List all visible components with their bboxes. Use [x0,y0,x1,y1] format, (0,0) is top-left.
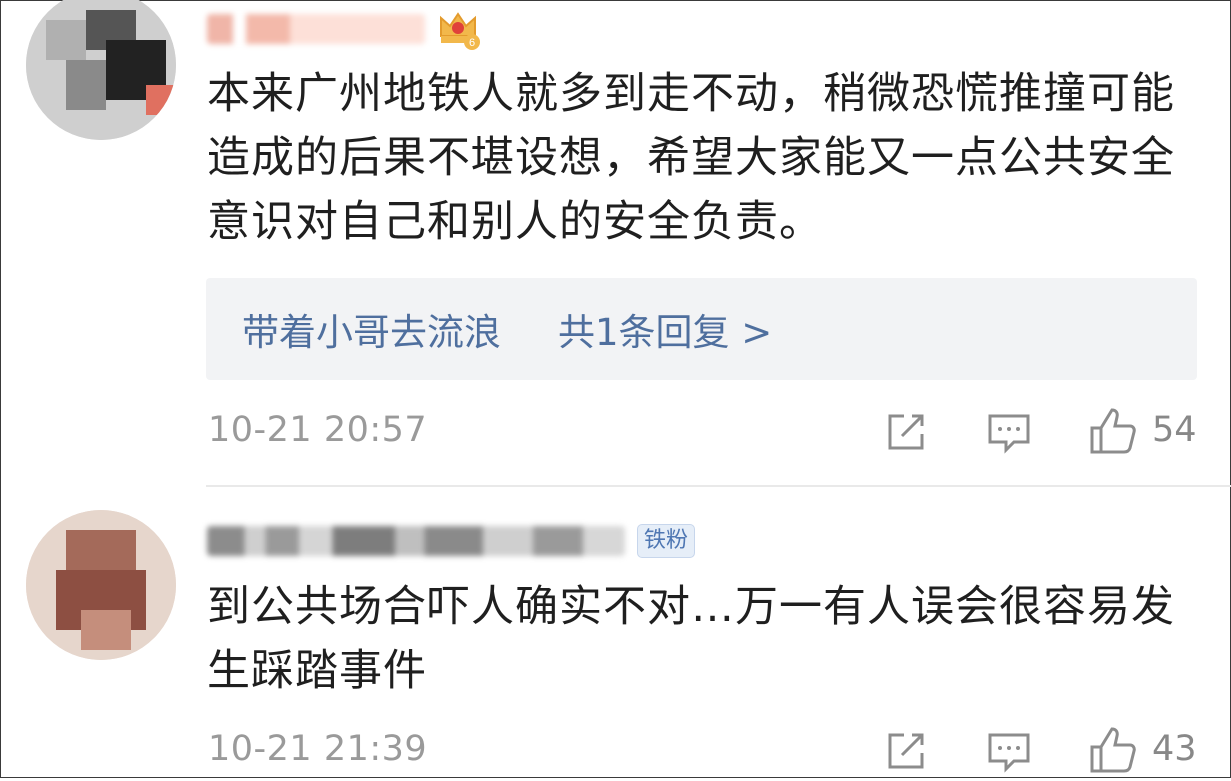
like-count: 43 [1152,729,1197,769]
like-count: 54 [1152,410,1197,450]
thumbs-up-icon[interactable] [1088,406,1138,460]
share-icon[interactable] [884,729,928,777]
svg-text:6: 6 [469,37,475,49]
avatar[interactable] [26,0,176,140]
comment-text: 到公共场合吓人确实不对…万一有人误会很容易发 生踩踏事件 [207,575,1175,703]
comment-text: 本来广州地铁人就多到走不动，稍微恐慌推撞可能 造成的后果不堪设想，希望大家能又一… [207,62,1175,254]
reply-preview[interactable]: 带着小哥去流浪 共1条回复 > [206,278,1197,380]
crown-level-badge-icon: 6 [435,6,481,52]
comment-text-line: 意识对自己和别人的安全负责。 [207,197,823,247]
username-blurred[interactable] [207,526,625,556]
fan-badge: 铁粉 [637,524,696,558]
thumbs-up-icon[interactable] [1088,725,1138,779]
comment-meta: 10-21 21:39 43 [0,721,1231,781]
comment-icon[interactable] [986,729,1032,779]
avatar[interactable] [26,510,176,660]
reply-username[interactable]: 带着小哥去流浪 [242,302,501,356]
comment-timestamp: 10-21 20:57 [208,410,428,450]
comment-text-line: 造成的后果不堪设想，希望大家能又一点公共安全 [207,133,1175,183]
comment-text-line: 到公共场合吓人确实不对…万一有人误会很容易发 [207,582,1175,632]
comment-timestamp: 10-21 21:39 [208,729,428,769]
reply-count-link[interactable]: 共1条回复 > [558,302,772,356]
username-row: 铁粉 [207,516,696,566]
username-blurred[interactable] [207,14,425,44]
comment-divider [206,485,1231,487]
comment-text-line: 本来广州地铁人就多到走不动，稍微恐慌推撞可能 [207,69,1175,119]
username-row: 6 [207,4,481,54]
comment-text-line: 生踩踏事件 [207,646,427,696]
comment-meta: 10-21 20:57 54 [0,402,1231,462]
comment-icon[interactable] [986,410,1032,460]
share-icon[interactable] [884,410,928,458]
